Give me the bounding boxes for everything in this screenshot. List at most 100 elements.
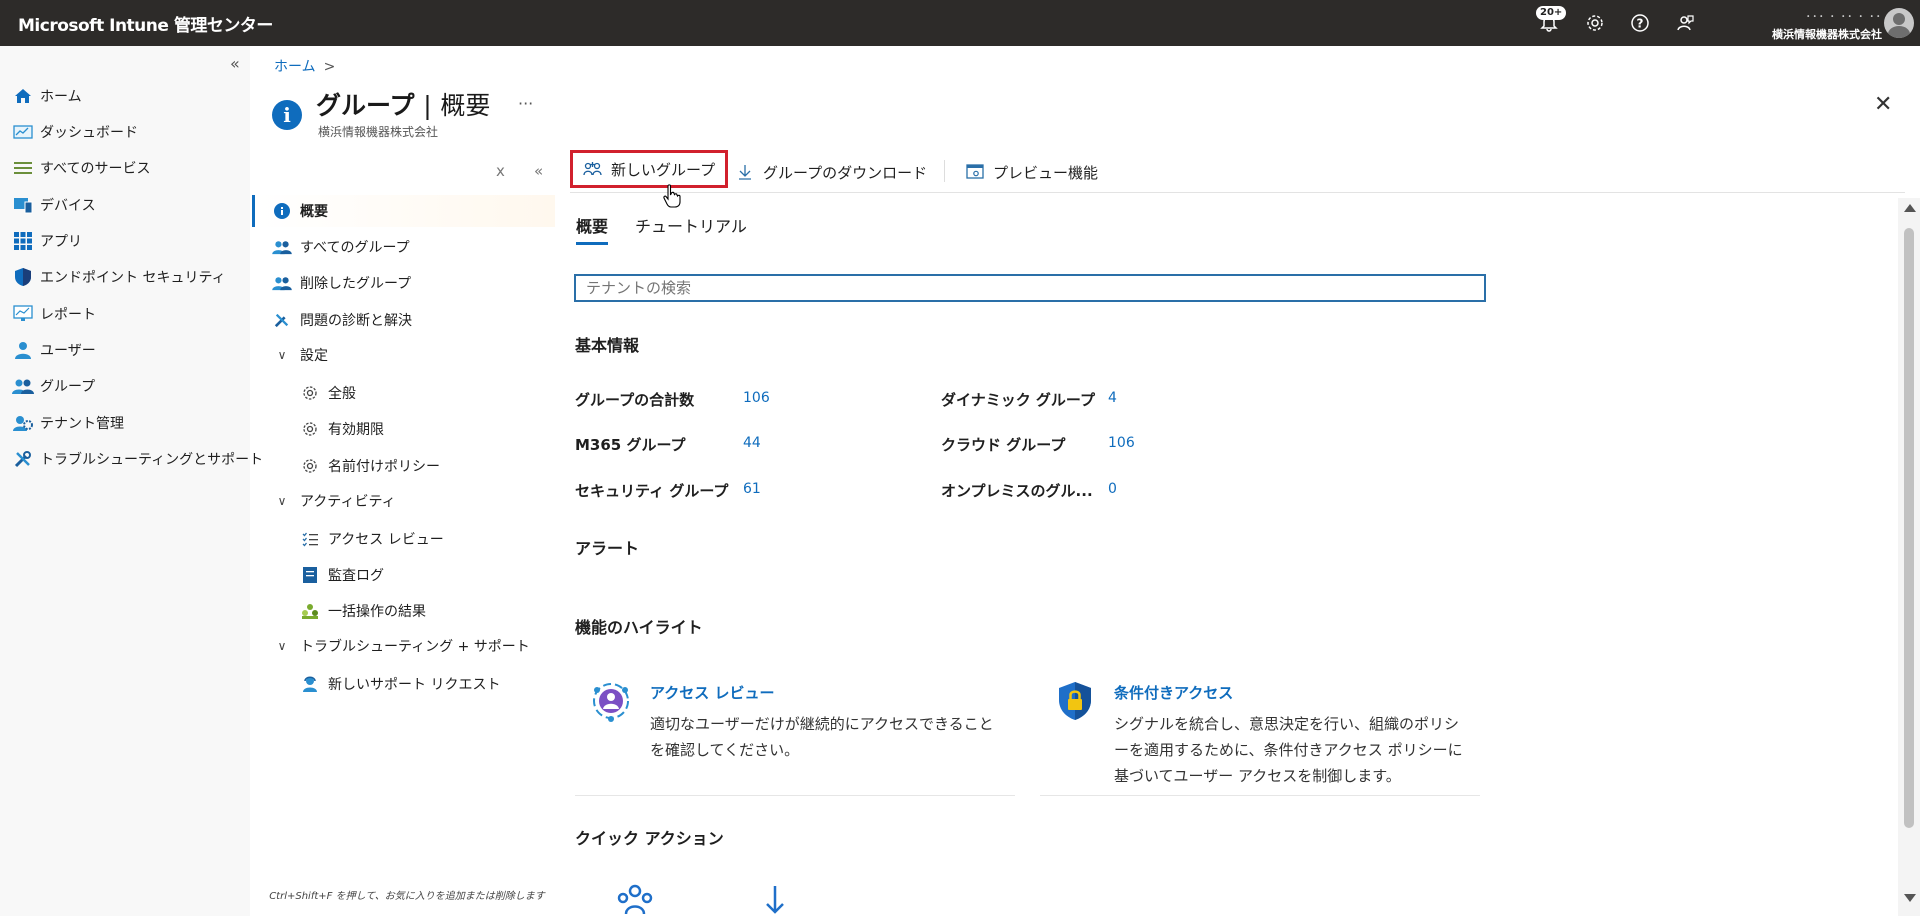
help-icon[interactable]: ? [1627, 10, 1653, 36]
collapse-nav-button[interactable]: « [230, 54, 240, 73]
preview-icon [965, 163, 985, 181]
nav-label: すべてのサービス [40, 161, 151, 177]
subnav-item-bulk-results[interactable]: 一括操作の結果 [300, 599, 426, 623]
group-icon [272, 238, 292, 256]
nav-label: エンドポイント セキュリティ [40, 270, 226, 286]
svg-text:?: ? [1637, 17, 1644, 31]
conditional-access-link[interactable]: 条件付きアクセス [1114, 682, 1233, 703]
account-email: ･･･ ･ ･･ ･ ･･ [1805, 10, 1882, 23]
nav-item-devices[interactable]: デバイス [12, 193, 96, 217]
alerts-heading: アラート [575, 539, 640, 558]
command-separator [944, 160, 945, 182]
subnav-item-general[interactable]: 全般 [300, 381, 356, 405]
dynamic-groups-label: ダイナミック グループ [941, 391, 1096, 409]
conditional-access-description-line: 基づいてユーザー アクセスを制御します。 [1114, 767, 1401, 785]
nav-item-apps[interactable]: アプリ [12, 229, 82, 253]
subnav-item-naming-policy[interactable]: 名前付けポリシー [300, 454, 440, 478]
subnav-label: 問題の診断と解決 [300, 313, 412, 329]
nav-item-home[interactable]: ホーム [12, 84, 82, 108]
download-quick-action-icon[interactable] [764, 884, 786, 916]
nav-label: ホーム [40, 89, 82, 105]
m365-groups-value[interactable]: 44 [743, 435, 761, 451]
nav-item-tenant-admin[interactable]: テナント管理 [12, 411, 124, 435]
subnav-group-troubleshooting[interactable]: ∨ トラブルシューティング + サポート [272, 634, 530, 658]
cloud-groups-label: クラウド グループ [941, 436, 1066, 454]
subnav-item-audit-logs[interactable]: 監査ログ [300, 563, 384, 587]
nav-label: グループ [40, 379, 96, 395]
tenant-search-input[interactable] [574, 274, 1486, 302]
cloud-groups-value[interactable]: 106 [1108, 435, 1135, 451]
close-button[interactable]: ✕ [1874, 92, 1892, 117]
new-group-quick-action-icon[interactable] [616, 884, 654, 916]
access-review-link[interactable]: アクセス レビュー [650, 682, 774, 703]
scroll-up-icon[interactable] [1904, 204, 1916, 212]
chevron-down-icon: ∨ [277, 348, 287, 362]
highlights-heading: 機能のハイライト [575, 618, 703, 637]
subnav-collapse-button[interactable]: « [534, 162, 543, 180]
info-icon: i [272, 100, 302, 130]
feedback-icon[interactable] [1672, 10, 1698, 36]
nav-item-all-services[interactable]: すべてのサービス [12, 156, 150, 180]
gear-icon[interactable] [1582, 10, 1608, 36]
nav-label: ユーザー [40, 343, 96, 359]
user-icon [12, 341, 34, 359]
tenant-name: 横浜情報機器株式会社 [1772, 28, 1882, 41]
tab-tutorial[interactable]: チュートリアル [635, 213, 747, 237]
total-groups-value[interactable]: 106 [743, 390, 770, 406]
list-icon [12, 159, 34, 177]
command-bar-divider [570, 192, 1905, 193]
access-review-description-line: を確認してください。 [650, 741, 800, 759]
subnav-close-button[interactable]: x [496, 162, 505, 180]
breadcrumb-home-link[interactable]: ホーム [274, 59, 316, 75]
avatar[interactable] [1884, 8, 1914, 38]
support-icon [300, 675, 320, 693]
report-icon [12, 305, 34, 323]
subnav-label: アクティビティ [300, 494, 396, 510]
page-title-section: 概要 [440, 91, 491, 120]
page-title: グループ | 概要 [316, 86, 490, 122]
onprem-groups-value[interactable]: 0 [1108, 481, 1117, 497]
tenant-icon [12, 414, 34, 432]
nav-item-groups[interactable]: グループ [12, 374, 95, 398]
chevron-down-icon: ∨ [277, 494, 287, 508]
conditional-access-description: シグナルを統合し、意思決定を行い、組織のポリシ ーを適用するために、条件付きアク… [1114, 711, 1463, 789]
security-groups-value[interactable]: 61 [743, 481, 761, 497]
m365-groups-label: M365 グループ [575, 436, 686, 454]
subnav-item-new-support-request[interactable]: 新しいサポート リクエスト [300, 672, 500, 696]
nav-item-dashboard[interactable]: ダッシュボード [12, 120, 138, 144]
info-icon [272, 202, 292, 220]
new-group-button[interactable]: 新しいグループ [570, 150, 729, 188]
log-icon [300, 566, 320, 584]
new-group-icon [583, 160, 603, 178]
preview-features-button[interactable]: プレビュー機能 [965, 153, 1098, 191]
tab-overview[interactable]: 概要 [576, 213, 608, 237]
scrollbar-thumb[interactable] [1904, 228, 1914, 828]
group-icon [272, 274, 292, 292]
tools-icon [272, 311, 292, 329]
subnav-group-settings[interactable]: ∨ 設定 [272, 343, 328, 367]
scroll-down-icon[interactable] [1904, 894, 1916, 902]
nav-item-endpoint-security[interactable]: エンドポイント セキュリティ [12, 265, 226, 289]
subnav-item-all-groups[interactable]: すべてのグループ [272, 235, 410, 259]
shield-icon [12, 268, 34, 286]
subnav-item-deleted-groups[interactable]: 削除したグループ [272, 271, 411, 295]
app-title[interactable]: Microsoft Intune 管理センター [18, 11, 273, 36]
nav-item-troubleshooting[interactable]: トラブルシューティングとサポート [12, 447, 263, 471]
more-options-button[interactable]: ··· [518, 94, 533, 113]
download-groups-button[interactable]: グループのダウンロード [735, 153, 927, 191]
subnav-label: 一括操作の結果 [328, 604, 426, 620]
subnav-label: 概要 [300, 204, 328, 220]
apps-icon [12, 232, 34, 250]
subnav-item-expiration[interactable]: 有効期限 [300, 417, 384, 441]
nav-label: ダッシュボード [40, 125, 138, 141]
subnav-label: 新しいサポート リクエスト [328, 677, 501, 693]
nav-item-reports[interactable]: レポート [12, 302, 96, 326]
notification-badge: 20+ [1536, 6, 1567, 20]
subnav-item-diagnose[interactable]: 問題の診断と解決 [272, 308, 412, 332]
subnav-item-overview[interactable]: 概要 [272, 199, 328, 223]
subnav-group-activity[interactable]: ∨ アクティビティ [272, 489, 396, 513]
subnav-item-access-reviews[interactable]: アクセス レビュー [300, 527, 444, 551]
nav-item-users[interactable]: ユーザー [12, 338, 96, 362]
subnav-label: トラブルシューティング + サポート [300, 639, 530, 655]
dynamic-groups-value[interactable]: 4 [1108, 390, 1117, 406]
